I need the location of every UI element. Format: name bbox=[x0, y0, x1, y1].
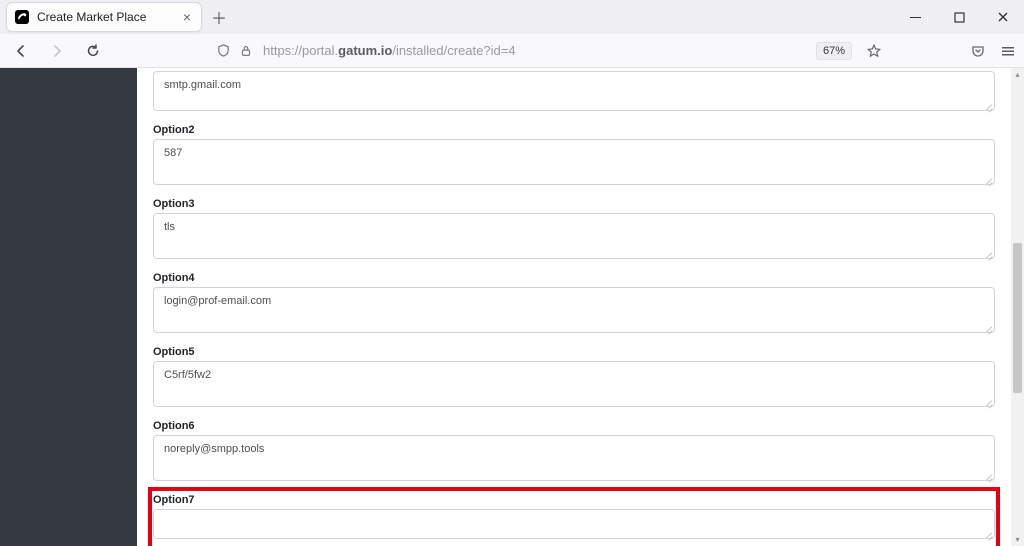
option5-group: Option5 bbox=[153, 346, 995, 410]
url-path: /installed/create?id=4 bbox=[392, 43, 515, 58]
option1-textarea[interactable] bbox=[153, 71, 995, 111]
option6-textarea[interactable] bbox=[153, 435, 995, 481]
tab-strip: Create Market Place × ＋ bbox=[0, 0, 1024, 34]
option4-label: Option4 bbox=[153, 272, 995, 284]
window-controls bbox=[902, 0, 1016, 34]
option7-group: Option7 bbox=[153, 494, 995, 542]
minimize-icon[interactable] bbox=[902, 4, 928, 30]
url-host: gatum.io bbox=[338, 43, 392, 58]
app-menu-icon[interactable] bbox=[1000, 43, 1016, 59]
option2-label: Option2 bbox=[153, 124, 995, 136]
site-security[interactable] bbox=[216, 43, 253, 58]
option3-label: Option3 bbox=[153, 198, 995, 210]
form-page: Option1 Option2 Option3 bbox=[137, 68, 1011, 546]
option3-textarea[interactable] bbox=[153, 213, 995, 259]
option1-group: Option1 bbox=[153, 71, 995, 114]
reload-button[interactable] bbox=[80, 38, 106, 64]
lock-icon bbox=[239, 44, 253, 58]
browser-window: Create Market Place × ＋ https://portal.g… bbox=[0, 0, 1024, 546]
shield-icon bbox=[216, 43, 231, 58]
maximize-icon[interactable] bbox=[946, 4, 972, 30]
window-close-icon[interactable] bbox=[990, 4, 1016, 30]
option2-group: Option2 bbox=[153, 124, 995, 188]
option7-label: Option7 bbox=[153, 494, 995, 506]
option5-textarea[interactable] bbox=[153, 361, 995, 407]
forward-button[interactable] bbox=[44, 38, 70, 64]
option4-textarea[interactable] bbox=[153, 287, 995, 333]
favicon-icon bbox=[15, 10, 29, 24]
close-icon[interactable]: × bbox=[183, 10, 191, 24]
bookmark-star-icon[interactable] bbox=[866, 43, 882, 59]
tab-active[interactable]: Create Market Place × bbox=[6, 2, 202, 32]
page-viewport: Option1 Option2 Option3 bbox=[0, 68, 1024, 546]
option4-group: Option4 bbox=[153, 272, 995, 336]
back-button[interactable] bbox=[8, 38, 34, 64]
nav-toolbar: https://portal.gatum.io/installed/create… bbox=[0, 34, 1024, 68]
pocket-icon[interactable] bbox=[970, 43, 986, 59]
url-prefix: https://portal. bbox=[263, 43, 338, 58]
vertical-scrollbar[interactable]: ▴ ▾ bbox=[1011, 68, 1024, 546]
option7-textarea[interactable] bbox=[153, 509, 995, 539]
tab-title: Create Market Place bbox=[37, 10, 175, 24]
option3-group: Option3 bbox=[153, 198, 995, 262]
scroll-up-icon[interactable]: ▴ bbox=[1011, 68, 1024, 81]
option6-group: Option6 bbox=[153, 420, 995, 484]
sidebar-nav[interactable] bbox=[0, 68, 137, 546]
option5-label: Option5 bbox=[153, 346, 995, 358]
scrollbar-thumb[interactable] bbox=[1013, 243, 1022, 393]
new-tab-button[interactable]: ＋ bbox=[205, 3, 233, 31]
zoom-level-chip[interactable]: 67% bbox=[816, 42, 852, 60]
scroll-down-icon[interactable]: ▾ bbox=[1011, 533, 1024, 546]
option6-label: Option6 bbox=[153, 420, 995, 432]
option2-textarea[interactable] bbox=[153, 139, 995, 185]
address-bar[interactable]: https://portal.gatum.io/installed/create… bbox=[263, 43, 516, 58]
